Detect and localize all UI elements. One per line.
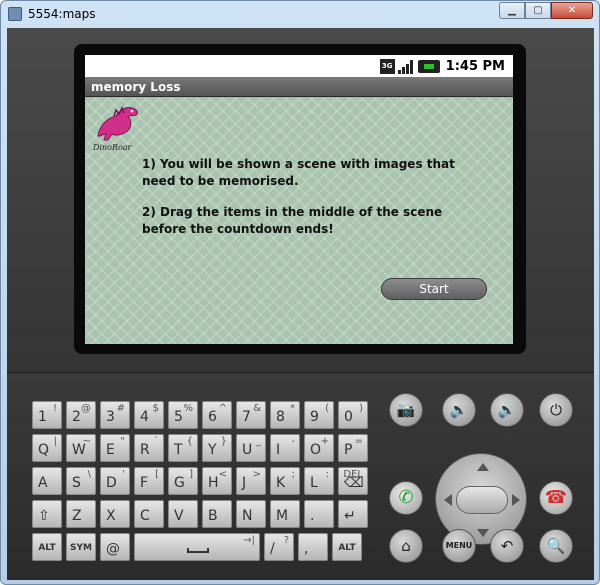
emulator-window: 5554:maps ▁ ▢ ✕ 3G 1:45 PM memory Loss D… xyxy=(0,0,600,585)
key[interactable]: F[ xyxy=(134,467,164,495)
app-window-icon xyxy=(8,7,22,21)
power-button[interactable]: ⏻ xyxy=(539,393,573,427)
key-comma[interactable]: , xyxy=(298,533,328,561)
key[interactable]: Q | xyxy=(32,434,62,462)
key[interactable]: B xyxy=(202,500,232,528)
key[interactable]: L: xyxy=(304,467,334,495)
status-bar: 3G 1:45 PM xyxy=(85,55,513,77)
app-title: memory Loss xyxy=(91,79,181,94)
key-sym[interactable]: SYM xyxy=(66,533,96,561)
key[interactable]: ⌫ DEL xyxy=(338,467,368,495)
maximize-button[interactable]: ▢ xyxy=(525,2,551,19)
key[interactable]: D ' xyxy=(100,467,130,495)
emulator-body: 3G 1:45 PM memory Loss DinoRoar 1) You w… xyxy=(7,28,594,580)
window-title: 5554:maps xyxy=(28,7,96,21)
call-icon: ✆ xyxy=(398,487,414,508)
key[interactable]: Y} xyxy=(202,434,232,462)
key[interactable]: 7 & xyxy=(236,401,266,429)
key[interactable]: Z xyxy=(66,500,96,528)
status-time: 1:45 PM xyxy=(445,58,505,74)
title-bar[interactable]: 5554:maps ▁ ▢ ✕ xyxy=(1,1,599,27)
end-call-button[interactable]: ☎ xyxy=(539,481,573,515)
key[interactable]: 3 # xyxy=(100,401,130,429)
camera-button[interactable]: 📷 xyxy=(389,393,423,427)
volume-up-icon: 🔊 xyxy=(497,400,517,419)
menu-button[interactable]: MENU xyxy=(442,529,476,563)
device-screen: 3G 1:45 PM memory Loss DinoRoar 1) You w… xyxy=(85,55,513,344)
instruction-1: 1) You will be shown a scene with images… xyxy=(142,157,455,188)
key[interactable]: M xyxy=(270,500,300,528)
logo-text: DinoRoar xyxy=(93,143,132,152)
key[interactable]: 1! xyxy=(32,401,62,429)
key[interactable]: W ~ xyxy=(66,434,96,462)
close-button[interactable]: ✕ xyxy=(551,2,593,19)
minimize-button[interactable]: ▁ xyxy=(499,2,525,19)
battery-icon xyxy=(417,59,440,73)
key[interactable]: I- xyxy=(270,434,300,462)
key[interactable]: E " xyxy=(100,434,130,462)
instruction-2: 2) Drag the items in the middle of the s… xyxy=(142,205,443,236)
phone-controls: 1! 2 @3 #4 $5% 6 ^ 7 & 8 * 9(0) Q | W ~ E " R ` T{Y} U _ I - O + P =… xyxy=(7,372,594,580)
key[interactable]: A xyxy=(32,467,62,495)
key[interactable]: ↵ xyxy=(338,500,368,528)
dpad-up-icon[interactable] xyxy=(477,463,489,471)
call-button[interactable]: ✆ xyxy=(389,481,423,515)
key[interactable]: 5% xyxy=(168,401,198,429)
key[interactable]: S \ xyxy=(66,467,96,495)
key[interactable]: P = xyxy=(338,434,368,462)
key[interactable]: 8 * xyxy=(270,401,300,429)
phone-upper: 3G 1:45 PM memory Loss DinoRoar 1) You w… xyxy=(7,28,594,372)
search-icon: 🔍 xyxy=(546,536,566,555)
key[interactable]: 9( xyxy=(304,401,334,429)
dpad-right-icon[interactable] xyxy=(512,494,520,506)
key[interactable]: U _ xyxy=(236,434,266,462)
key[interactable]: 6 ^ xyxy=(202,401,232,429)
home-button[interactable]: ⌂ xyxy=(389,529,423,563)
key[interactable]: T{ xyxy=(168,434,198,462)
key[interactable]: 2 @ xyxy=(66,401,96,429)
key[interactable]: 4 $ xyxy=(134,401,164,429)
app-content: DinoRoar 1) You will be shown a scene wi… xyxy=(85,98,513,344)
key[interactable]: H < xyxy=(202,467,232,495)
key-alt-left[interactable]: ALT xyxy=(32,533,62,561)
dpad-left-icon[interactable] xyxy=(444,494,452,506)
window-controls: ▁ ▢ ✕ xyxy=(499,2,593,19)
key-space[interactable]: →| xyxy=(134,533,260,561)
home-icon: ⌂ xyxy=(401,536,411,555)
key[interactable]: V xyxy=(168,500,198,528)
dpad-center-button[interactable] xyxy=(456,486,508,514)
dpad-down-icon[interactable] xyxy=(477,529,489,537)
key-alt-right[interactable]: ALT xyxy=(332,533,362,561)
key[interactable]: 0) xyxy=(338,401,368,429)
dino-logo xyxy=(97,106,138,141)
search-button[interactable]: 🔍 xyxy=(539,529,573,563)
app-title-bar: memory Loss xyxy=(85,77,513,97)
key[interactable]: O + xyxy=(304,434,334,462)
start-button[interactable]: Start xyxy=(381,278,487,300)
key[interactable]: K; xyxy=(270,467,300,495)
key[interactable]: ⇧ xyxy=(32,500,62,528)
volume-down-button[interactable]: 🔉 xyxy=(442,393,476,427)
back-icon: ↶ xyxy=(500,536,514,555)
end-call-icon: ☎ xyxy=(544,487,568,508)
key[interactable]: N xyxy=(236,500,266,528)
back-button[interactable]: ↶ xyxy=(490,529,524,563)
key-at[interactable]: @ xyxy=(100,533,130,561)
key[interactable]: J > xyxy=(236,467,266,495)
key[interactable]: G] xyxy=(168,467,198,495)
key[interactable]: R ` xyxy=(134,434,164,462)
power-icon: ⏻ xyxy=(550,400,562,419)
volume-down-icon: 🔉 xyxy=(449,400,469,419)
volume-up-button[interactable]: 🔊 xyxy=(490,393,524,427)
signal-icon xyxy=(397,59,414,74)
key-slash[interactable]: /? xyxy=(264,533,294,561)
network-3g-icon: 3G xyxy=(379,58,395,74)
key[interactable]: . xyxy=(304,500,334,528)
key[interactable]: C xyxy=(134,500,164,528)
key[interactable]: X xyxy=(100,500,130,528)
camera-icon: 📷 xyxy=(396,400,416,419)
